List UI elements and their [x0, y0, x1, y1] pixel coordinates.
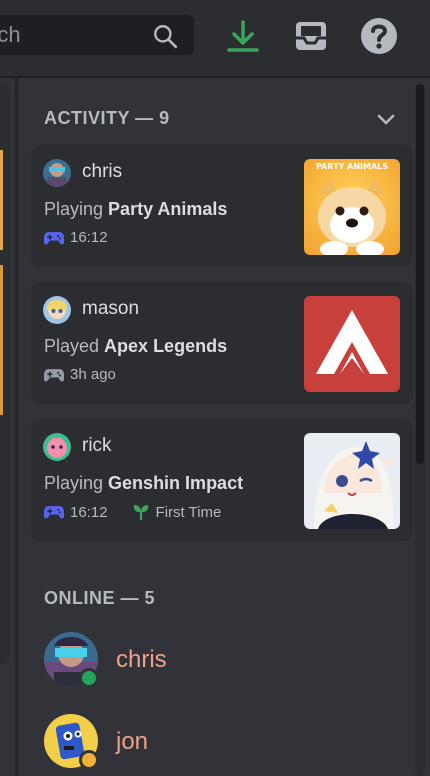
activity-text: Playing Genshin Impact: [44, 473, 243, 494]
inbox-button[interactable]: [289, 14, 333, 58]
search-icon: [154, 25, 178, 49]
left-accent-bar: [0, 150, 3, 250]
inbox-icon: [296, 22, 326, 50]
thumb-logo-text: PARTY ANIMALS: [316, 162, 388, 171]
help-icon: [361, 18, 397, 54]
download-icon: [227, 20, 259, 52]
game-name: Apex Legends: [104, 336, 228, 356]
sprout-icon: [133, 505, 148, 520]
scrollbar-thumb[interactable]: [416, 84, 424, 464]
chevron-down-icon[interactable]: [374, 107, 398, 131]
member-item[interactable]: chris: [44, 632, 404, 688]
activity-card[interactable]: mason Played Apex Legends 3h ago: [31, 282, 413, 404]
avatar[interactable]: [43, 433, 71, 461]
online-header: ONLINE — 5: [44, 588, 156, 608]
activity-verb: Played: [44, 336, 105, 356]
member-item[interactable]: jon: [44, 714, 404, 770]
activity-card[interactable]: rick Playing Genshin Impact 16:12 First …: [31, 419, 413, 541]
game-thumbnail[interactable]: [304, 296, 400, 392]
status-idle-icon: [79, 750, 99, 770]
activity-username[interactable]: chris: [82, 161, 122, 183]
activity-meta: 3h ago: [44, 366, 116, 383]
left-accent-bar: [0, 265, 3, 415]
download-button[interactable]: [221, 14, 265, 58]
activity-time: 16:12: [70, 229, 108, 246]
activity-text: Playing Party Animals: [44, 199, 227, 220]
activity-header: ACTIVITY — 9: [44, 108, 170, 128]
game-name: Party Animals: [108, 199, 228, 219]
member-name: jon: [116, 728, 149, 755]
first-time-badge: First Time: [132, 503, 222, 521]
activity-verb: Playing: [44, 199, 109, 219]
gamepad-icon: [44, 368, 64, 382]
avatar[interactable]: [43, 159, 71, 187]
game-thumbnail[interactable]: [304, 433, 400, 529]
member-name: chris: [116, 646, 167, 673]
activity-username[interactable]: mason: [82, 298, 139, 320]
search-input[interactable]: rch: [0, 15, 194, 55]
first-time-label: First Time: [155, 503, 222, 521]
search-placeholder: rch: [0, 22, 21, 47]
gamepad-icon: [44, 231, 64, 245]
game-name: Genshin Impact: [108, 473, 244, 493]
activity-username[interactable]: rick: [82, 435, 112, 457]
activity-time: 3h ago: [70, 366, 116, 383]
activity-meta: 16:12 First Time: [44, 503, 221, 521]
toolbar-divider: [0, 76, 430, 78]
activity-verb: Playing: [44, 473, 109, 493]
panel-divider: [15, 78, 18, 776]
activity-meta: 16:12: [44, 229, 108, 246]
activity-card[interactable]: chris Playing Party Animals 16:12 PARTY …: [31, 145, 413, 267]
avatar[interactable]: [43, 296, 71, 324]
help-button[interactable]: [357, 14, 401, 58]
activity-time: 16:12: [70, 503, 108, 521]
status-online-icon: [79, 668, 99, 688]
game-thumbnail[interactable]: PARTY ANIMALS: [304, 159, 400, 255]
gamepad-icon: [44, 506, 64, 519]
activity-text: Played Apex Legends: [44, 336, 227, 357]
